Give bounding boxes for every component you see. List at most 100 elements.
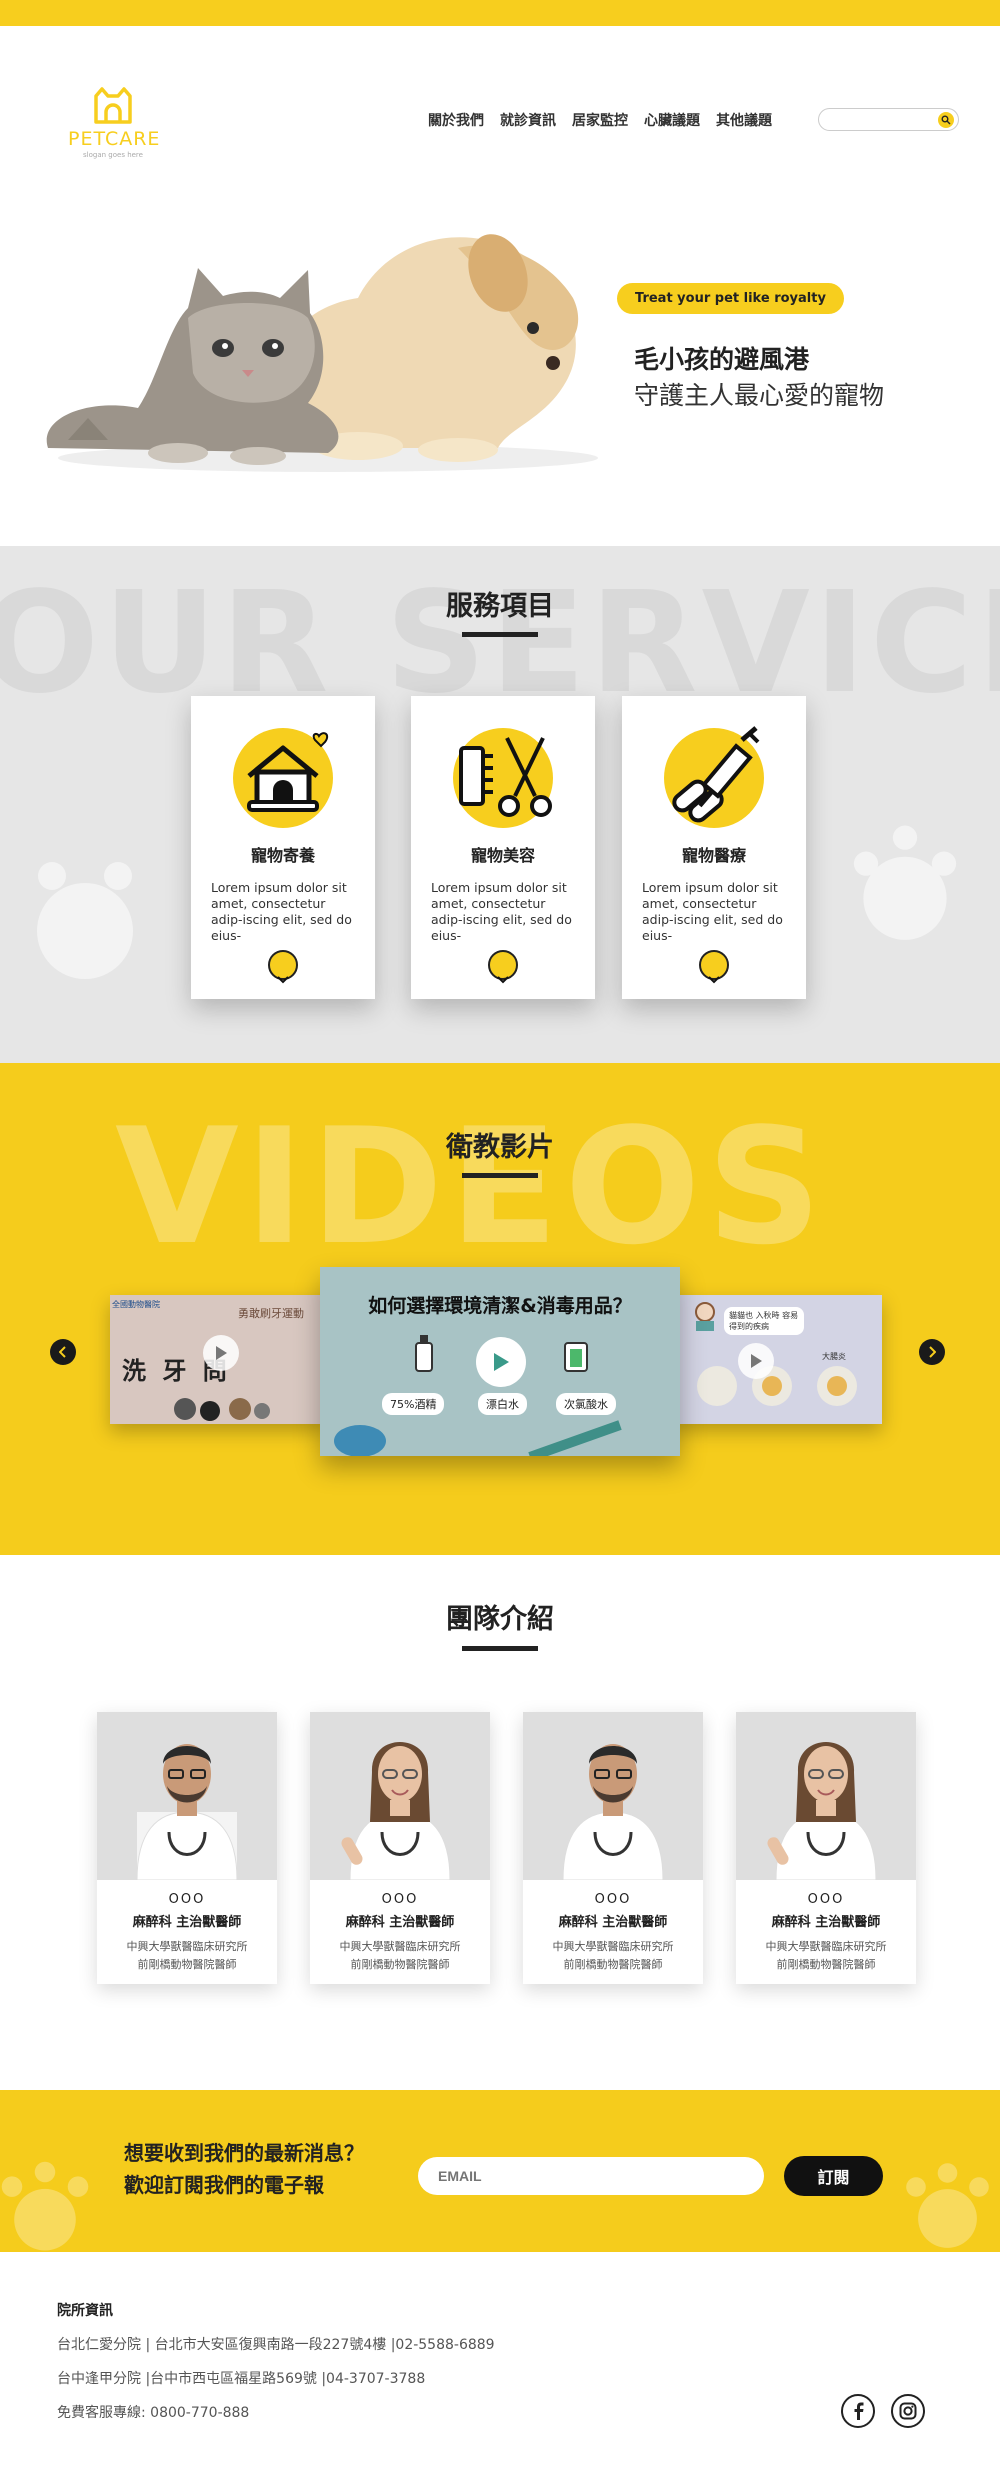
nav-heart-topics[interactable]: 心臟議題 bbox=[644, 110, 700, 130]
play-button[interactable] bbox=[476, 1337, 526, 1387]
expand-button[interactable] bbox=[268, 950, 298, 984]
video-chip: 75%酒精 bbox=[382, 1393, 445, 1415]
subscribe-button[interactable]: 訂閱 bbox=[784, 2156, 883, 2196]
service-card-medical[interactable]: 寵物醫療 Lorem ipsum dolor sit amet, consect… bbox=[622, 696, 806, 999]
videos-section: VIDEOS 衛教影片 全國動物醫院 勇敢刷牙運動 洗 牙 問 貓貓也 入秋時 … bbox=[0, 1063, 1000, 1555]
nav-other-topics[interactable]: 其他議題 bbox=[716, 110, 772, 130]
member-name: OOO bbox=[807, 1892, 845, 1907]
newsletter-heading: 想要收到我們的最新消息？ 歡迎訂閱我們的電子報 bbox=[124, 2137, 364, 2201]
services-title: 服務項目 bbox=[446, 591, 554, 622]
team-title: 團隊介紹 bbox=[446, 1604, 554, 1635]
male-doctor-image bbox=[136, 1744, 238, 1880]
member-experience: 前剛橋動物醫院醫師 bbox=[776, 1958, 876, 1971]
facebook-link[interactable] bbox=[841, 2394, 875, 2428]
expand-button[interactable] bbox=[699, 950, 729, 984]
member-education: 中興大學獸醫臨床研究所 bbox=[126, 1940, 248, 1953]
member-role: 麻醉科 主治獸醫師 bbox=[132, 1915, 242, 1930]
paw-decoration-icon bbox=[1, 2161, 89, 2251]
team-member-card[interactable]: OOO 麻醉科 主治獸醫師 中興大學獸醫臨床研究所 前剛橋動物醫院醫師 bbox=[310, 1712, 490, 1984]
member-education: 中興大學獸醫臨床研究所 bbox=[552, 1940, 674, 1953]
male-doctor-image bbox=[562, 1744, 664, 1880]
doctor-photo bbox=[736, 1712, 916, 1880]
video-thumbnail-cleaning[interactable]: 如何選擇環境清潔&消毒用品？ 75%酒精 漂白水 次氯酸水 bbox=[320, 1267, 680, 1456]
cleaning-tools-icon bbox=[334, 1420, 622, 1456]
member-description: 中興大學獸醫臨床研究所 前剛橋動物醫院醫師 bbox=[97, 1938, 277, 1974]
female-doctor-image bbox=[767, 1742, 877, 1880]
hero-title: 毛小孩的避風港 bbox=[634, 345, 810, 374]
video-thumbnail-cat-disease[interactable]: 貓貓也 入秋時 容易得到的疾病 大腸炎 bbox=[672, 1295, 882, 1424]
member-name: OOO bbox=[594, 1892, 632, 1907]
video-bubble-text: 貓貓也 入秋時 容易得到的疾病 bbox=[724, 1307, 804, 1335]
title-underline bbox=[462, 1173, 538, 1178]
search-input[interactable] bbox=[829, 110, 937, 132]
search-box bbox=[818, 108, 959, 132]
chevron-down-icon bbox=[497, 976, 509, 984]
email-field[interactable] bbox=[418, 2157, 764, 2195]
member-description: 中興大學獸醫臨床研究所 前剛橋動物醫院醫師 bbox=[523, 1938, 703, 1974]
services-section: OUR SERVICES 服務項目 寵物寄養 Lorem ipsum dolor… bbox=[0, 546, 1000, 1063]
video-channel: 全國動物醫院 bbox=[112, 1300, 160, 1309]
play-button[interactable] bbox=[738, 1343, 774, 1379]
videos-title: 衛教影片 bbox=[446, 1132, 554, 1163]
service-description: Lorem ipsum dolor sit amet, consectetur … bbox=[431, 880, 572, 943]
team-member-card[interactable]: OOO 麻醉科 主治獸醫師 中興大學獸醫臨床研究所 前剛橋動物醫院醫師 bbox=[523, 1712, 703, 1984]
team-member-card[interactable]: OOO 麻醉科 主治獸醫師 中興大學獸醫臨床研究所 前剛橋動物醫院醫師 bbox=[736, 1712, 916, 1984]
service-card-grooming[interactable]: 寵物美容 Lorem ipsum dolor sit amet, consect… bbox=[411, 696, 595, 999]
cartoon-person-icon bbox=[695, 1302, 715, 1331]
newsletter-line1: 想要收到我們的最新消息？ bbox=[124, 2141, 364, 2165]
paw-decoration-icon bbox=[906, 2163, 989, 2248]
chevron-right-icon bbox=[929, 1346, 936, 1358]
play-icon bbox=[216, 1346, 227, 1360]
newsletter-section: 想要收到我們的最新消息？ 歡迎訂閱我們的電子報 訂閱 bbox=[0, 2090, 1000, 2252]
title-underline bbox=[462, 1646, 538, 1651]
title-underline bbox=[462, 632, 538, 637]
service-card-boarding[interactable]: 寵物寄養 Lorem ipsum dolor sit amet, consect… bbox=[191, 696, 375, 999]
hero-subtitle: 守護主人最心愛的寵物 bbox=[634, 381, 885, 410]
footer-title: 院所資訊 bbox=[57, 2303, 113, 2319]
video-chip: 次氯酸水 bbox=[556, 1393, 616, 1415]
member-description: 中興大學獸醫臨床研究所 前剛橋動物醫院醫師 bbox=[736, 1938, 916, 1974]
member-experience: 前剛橋動物醫院醫師 bbox=[137, 1958, 237, 1971]
nav-about[interactable]: 關於我們 bbox=[428, 110, 484, 130]
facebook-icon bbox=[854, 2402, 864, 2420]
paw-decoration-icon bbox=[37, 862, 133, 979]
member-role: 麻醉科 主治獸醫師 bbox=[345, 1915, 455, 1930]
medicine-icon bbox=[664, 726, 764, 828]
nav-visit-info[interactable]: 就診資訊 bbox=[500, 110, 556, 130]
main-nav: 關於我們 就診資訊 居家監控 心臟議題 其他議題 bbox=[428, 110, 772, 130]
footer-branch-taichung: 台中逢甲分院 |台中市西屯區福星路569號 |04-3707-3788 bbox=[57, 2371, 426, 2387]
instagram-link[interactable] bbox=[891, 2394, 925, 2428]
grooming-icon bbox=[453, 728, 553, 828]
team-member-card[interactable]: OOO 麻醉科 主治獸醫師 中興大學獸醫臨床研究所 前剛橋動物醫院醫師 bbox=[97, 1712, 277, 1984]
footer-hotline: 免費客服專線: 0800-770-888 bbox=[57, 2405, 250, 2421]
footer-info: 院所資訊 台北仁愛分院 | 台北市大安區復興南路一段227號4樓 |02-558… bbox=[57, 2300, 495, 2422]
carousel-next-button[interactable] bbox=[919, 1339, 945, 1365]
play-button[interactable] bbox=[203, 1335, 239, 1371]
female-doctor-image bbox=[341, 1742, 451, 1880]
logo[interactable]: PETCARE slogan goes here bbox=[68, 86, 159, 159]
expand-button[interactable] bbox=[488, 950, 518, 984]
doctor-photo bbox=[97, 1712, 277, 1880]
video-tag: 勇敢刷牙運動 bbox=[238, 1307, 304, 1320]
hero-tagline-badge: Treat your pet like royalty bbox=[617, 283, 844, 314]
instagram-icon bbox=[899, 2402, 917, 2420]
search-button[interactable] bbox=[938, 112, 954, 128]
chevron-down-icon bbox=[708, 976, 720, 984]
nav-home-monitor[interactable]: 居家監控 bbox=[572, 110, 628, 130]
play-icon bbox=[494, 1353, 509, 1371]
chevron-left-icon bbox=[59, 1346, 66, 1358]
newsletter-line2: 歡迎訂閱我們的電子報 bbox=[124, 2173, 324, 2197]
member-role: 麻醉科 主治獸醫師 bbox=[771, 1915, 881, 1930]
brand-slogan: slogan goes here bbox=[83, 151, 143, 159]
member-experience: 前剛橋動物醫院醫師 bbox=[350, 1958, 450, 1971]
video-thumbnail-dental[interactable]: 全國動物醫院 勇敢刷牙運動 洗 牙 問 bbox=[110, 1295, 328, 1424]
videos-background-word: VIDEOS bbox=[115, 1093, 828, 1280]
carousel-prev-button[interactable] bbox=[50, 1339, 76, 1365]
service-title: 寵物寄養 bbox=[250, 846, 315, 865]
service-title: 寵物醫療 bbox=[681, 846, 746, 865]
doctor-photo bbox=[523, 1712, 703, 1880]
doctor-photo bbox=[310, 1712, 490, 1880]
member-education: 中興大學獸醫臨床研究所 bbox=[765, 1940, 887, 1953]
member-name: OOO bbox=[381, 1892, 419, 1907]
paw-decoration-icon bbox=[853, 825, 957, 940]
